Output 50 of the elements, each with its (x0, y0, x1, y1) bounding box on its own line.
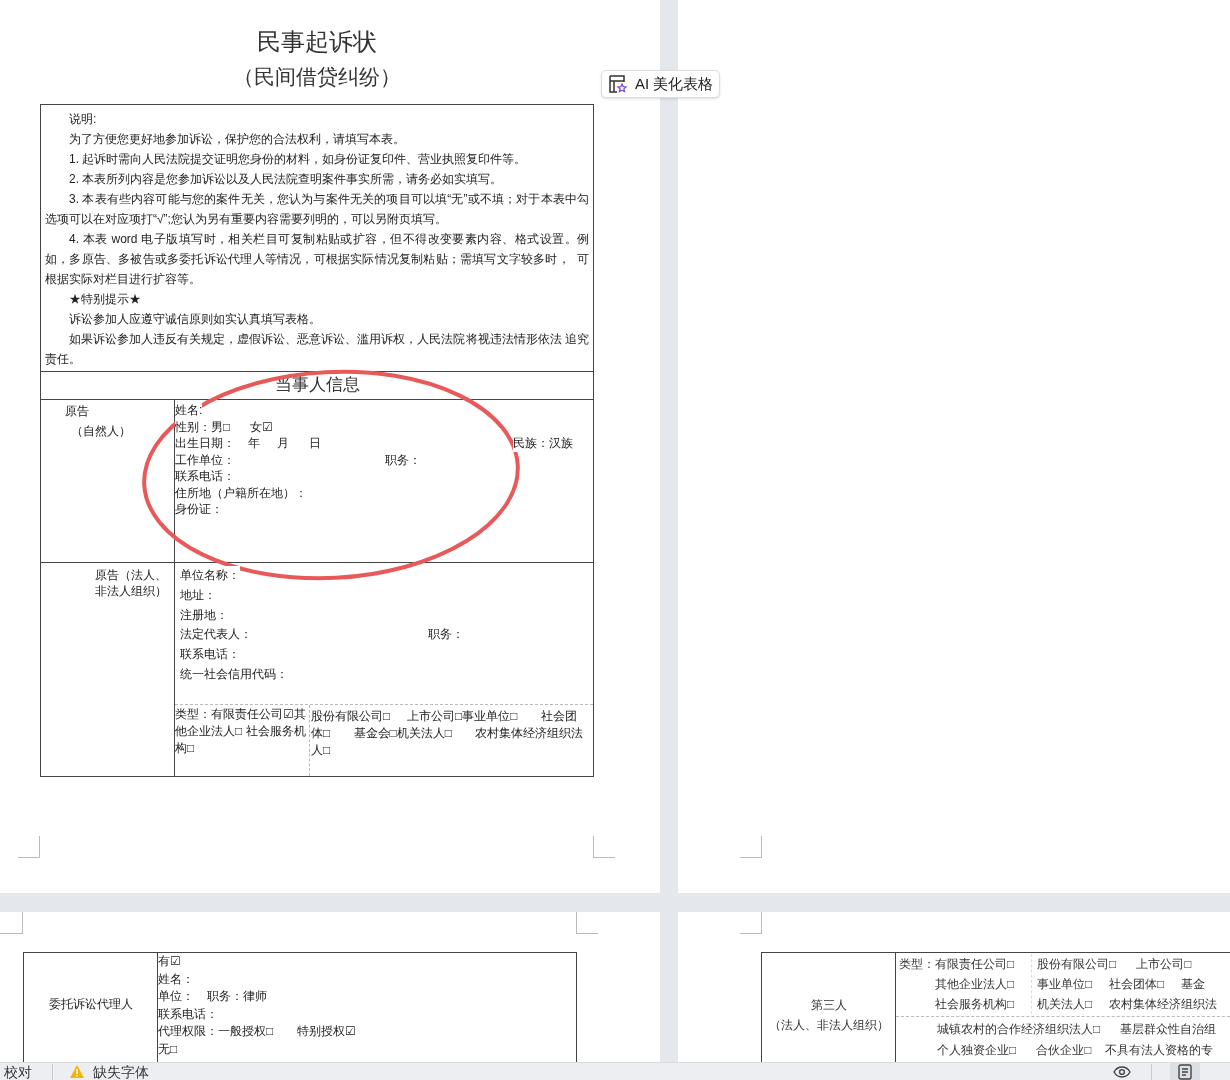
field-label: 单位： 职务：律师 (158, 988, 269, 1005)
party-label: 原告 (64, 403, 90, 420)
note-paragraph: 4. 本表 word 电子版填写时，相关栏目可复制粘贴或扩容，但不得改变要素内容、格式设置。例如，多原告、多被告或多委托诉讼代理人等情况，可根据实际情况复制粘贴；需填写文字较多时， 可根据实际对栏目进行扩容等。 (45, 231, 589, 288)
type-option: 其他企业法人□ (935, 974, 1015, 994)
type-option: 城镇农村的合作经济组织法人□ 基层群众性自治组 (937, 1019, 1230, 1040)
party-label: 原告（法人、 (95, 567, 168, 583)
note-heading: 说明: (68, 111, 98, 128)
note-paragraph: 3. 本表有些内容可能与您的案件无关，您认为与案件无关的项目可以填“无”或不填；对于本表中勾选项可以在对应项打“√”;您认为另有重要内容需要列明的，可以另附页填写。 (45, 191, 589, 228)
proofread-button[interactable]: 校对 (0, 1063, 36, 1080)
document-subtitle: （民间借贷纠纷） (232, 64, 401, 90)
type-option: 事业单位□ 社会团体□ 基金 (1037, 974, 1230, 994)
party-label: （自然人） (70, 423, 132, 440)
type-option: 股份有限公司□ 上市公司□ (1037, 954, 1230, 974)
crop-mark (0, 912, 23, 934)
type-options: 股份有限公司□ 上市公司□事业单位□ 社会团体□ 基金会□机关法人□ 农村集体经济组织法人□ (310, 705, 593, 776)
field-label: 类型： (899, 956, 935, 973)
crop-mark (18, 836, 40, 858)
field-label: 姓名： (158, 970, 195, 988)
warning-icon (69, 1064, 85, 1079)
field-label: 代理权限：一般授权□ 特别授权☑ (158, 1023, 357, 1040)
field-label: 姓名: (175, 402, 203, 419)
ai-beautify-table-button[interactable]: AI 美化表格 (601, 70, 721, 98)
party-label: 委托诉讼代理人 (48, 996, 133, 1013)
party-label: （法人、非法人组织） (768, 1017, 889, 1034)
type-option: 个人独资企业□ 合伙企业□ 不具有法人资格的专 (937, 1040, 1230, 1061)
type-option: 社会服务机构□ (935, 994, 1015, 1014)
field-label: 性别：男□ 女☑ (175, 418, 274, 435)
missing-fonts-button[interactable]: 缺失字体 (69, 1063, 149, 1080)
table-sparkle-icon (608, 74, 628, 94)
crop-mark (740, 912, 762, 934)
crop-mark (593, 836, 615, 858)
type-options: 类型：有限责任公司☑其他企业法人□ 社会服务机构□ (175, 705, 310, 776)
note-paragraph: 1. 起诉时需向人民法院提交证明您身份的材料，如身份证复印件、营业执照复印件等。 (68, 151, 528, 168)
type-option: 有限责任公司□ (935, 954, 1015, 974)
document-title: 民事起诉状 (256, 27, 377, 57)
note-paragraph: 诉讼参加人应遵守诚信原则如实认真填写表格。 (68, 311, 322, 328)
field-label: 无□ (158, 1040, 179, 1058)
crop-mark (576, 912, 598, 934)
note-paragraph: 2. 本表所列内容是您参加诉讼以及人民法院查明案件事实所需，请务必如实填写。 (68, 171, 504, 188)
crop-mark (740, 836, 762, 858)
party-label: 非法人组织） (95, 583, 168, 599)
type-option: 机关法人□ 农村集体经济组织法 (1037, 994, 1230, 1014)
note-heading: ★特别提示★ (68, 291, 142, 308)
note-paragraph: 如果诉讼参加人违反有关规定，虚假诉讼、恶意诉讼、滥用诉权，人民法院将视违法情形依法 追究责任。 (45, 331, 589, 368)
field-label: 出生日期： 年 月 日 (175, 435, 321, 452)
note-paragraph: 为了方便您更好地参加诉讼，保护您的合法权利，请填写本表。 (68, 131, 406, 148)
party-label: 第三人 (810, 997, 847, 1014)
page-view-icon[interactable] (1170, 1060, 1200, 1080)
field-label: 联系电话： (158, 1005, 219, 1023)
field-label: 有☑ (158, 953, 182, 970)
